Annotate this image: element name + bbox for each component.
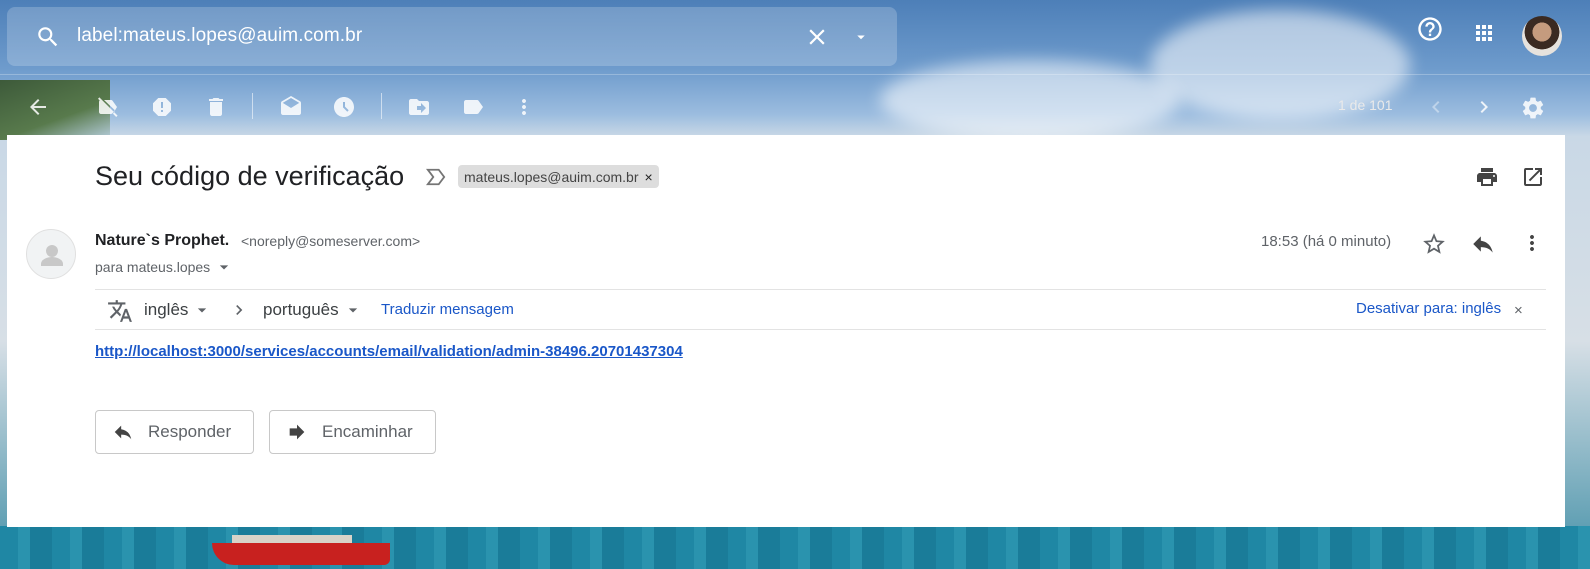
reply-icon[interactable] (1470, 231, 1496, 257)
label-chip-text: mateus.lopes@auim.com.br (464, 168, 639, 185)
apps-grid-icon[interactable] (1472, 21, 1496, 45)
older-chevron-icon[interactable] (1472, 95, 1496, 119)
move-to-icon[interactable] (406, 95, 432, 119)
mark-unread-icon[interactable] (278, 95, 304, 119)
sender-avatar (26, 229, 76, 279)
clear-search-icon[interactable] (804, 24, 830, 50)
translate-icon (107, 298, 133, 324)
label-chip[interactable]: mateus.lopes@auim.com.br × (458, 165, 659, 188)
recipient-dropdown-icon[interactable] (214, 257, 234, 277)
disable-translation-link[interactable]: Desativar para: inglês (1356, 300, 1501, 317)
importance-marker-icon[interactable] (425, 167, 447, 187)
trash-icon[interactable] (204, 95, 228, 119)
forward-arrow-icon (289, 424, 305, 440)
reply-arrow-icon (114, 425, 132, 440)
email-card: Seu código de verificação mateus.lopes@a… (7, 135, 1565, 527)
pagination-count: 1 de 101 (1338, 97, 1393, 113)
star-icon[interactable] (1421, 231, 1447, 257)
translate-arrow-icon (229, 300, 249, 320)
snooze-icon[interactable] (332, 95, 356, 119)
label-chip-remove[interactable]: × (645, 169, 653, 185)
more-options-icon[interactable] (512, 95, 536, 119)
reply-button[interactable]: Responder (95, 410, 254, 454)
back-icon[interactable] (26, 95, 50, 119)
background-mountain (0, 80, 110, 140)
label-icon[interactable] (460, 95, 486, 119)
translate-message-link[interactable]: Traduzir mensagem (381, 301, 514, 318)
spam-icon[interactable] (150, 95, 174, 119)
forward-button[interactable]: Encaminhar (269, 410, 436, 454)
newer-chevron-icon[interactable] (1424, 95, 1448, 119)
translate-close-icon[interactable]: × (1514, 302, 1523, 319)
header-divider (0, 74, 1590, 75)
recipient-details[interactable]: para mateus.lopes (95, 257, 234, 277)
not-important-icon[interactable] (96, 95, 120, 119)
toolbar-separator (381, 93, 382, 119)
recipient-text: para mateus.lopes (95, 259, 211, 275)
background-cloud (880, 60, 1180, 140)
account-avatar[interactable] (1522, 16, 1562, 56)
sender-name[interactable]: Nature`s Prophet. (95, 232, 229, 250)
reply-button-label: Responder (148, 422, 232, 441)
search-options-dropdown-icon[interactable] (852, 28, 870, 46)
print-icon[interactable] (1475, 165, 1499, 189)
target-language-select[interactable]: português (263, 300, 363, 320)
search-input[interactable]: label:mateus.lopes@auim.com.br (77, 25, 362, 47)
email-timestamp: 18:53 (há 0 minuto) (1261, 233, 1392, 250)
search-bar[interactable]: label:mateus.lopes@auim.com.br (7, 7, 897, 66)
search-icon[interactable] (35, 24, 61, 50)
source-language-select[interactable]: inglês (144, 300, 212, 320)
translate-bar: inglês português Traduzir mensagem Desat… (95, 289, 1546, 330)
target-language-dropdown-icon (348, 308, 357, 313)
verification-link[interactable]: http://localhost:3000/services/accounts/… (95, 343, 683, 360)
target-language-label: português (263, 300, 339, 319)
forward-button-label: Encaminhar (322, 422, 413, 441)
open-in-new-window-icon[interactable] (1521, 165, 1545, 189)
sender-email: <noreply@someserver.com> (241, 233, 421, 249)
help-icon[interactable] (1416, 15, 1444, 43)
email-subject: Seu código de verificação (95, 161, 405, 191)
settings-icon[interactable] (1520, 95, 1546, 121)
source-language-label: inglês (144, 300, 189, 319)
toolbar-separator (252, 93, 253, 119)
background-boat (212, 543, 390, 565)
source-language-dropdown-icon (198, 308, 207, 313)
email-more-icon[interactable] (1520, 231, 1544, 255)
